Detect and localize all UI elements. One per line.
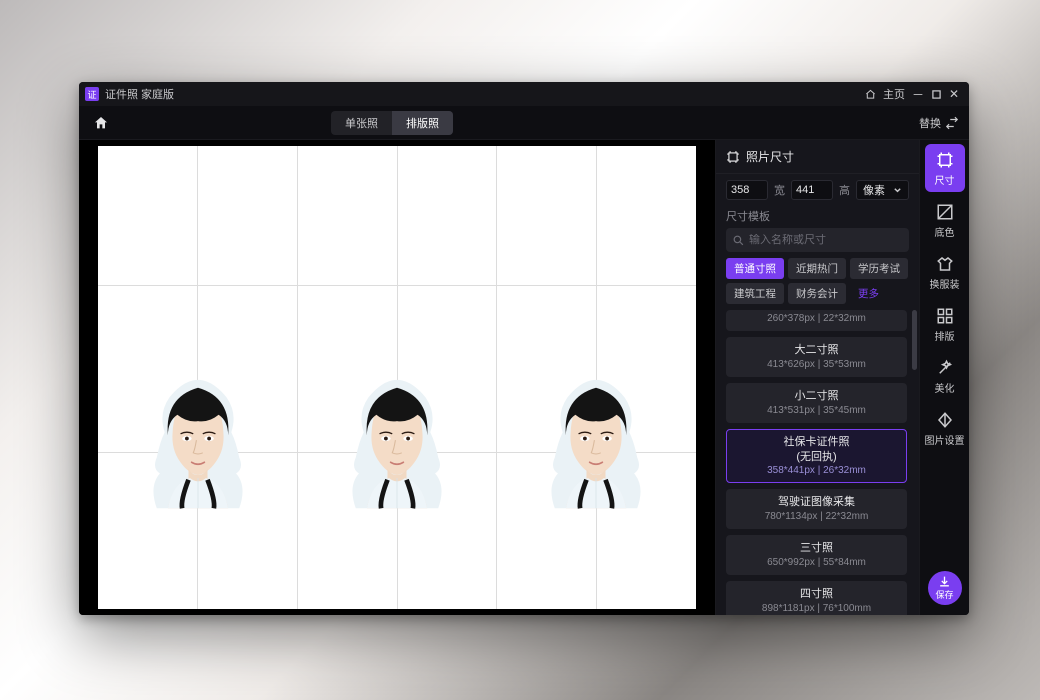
template-title: 四寸照 <box>732 587 901 602</box>
template-title: 大二寸照 <box>732 343 901 358</box>
save-button[interactable]: 保存 <box>928 571 962 605</box>
close-button[interactable]: ✕ <box>945 85 963 103</box>
app-title: 证件照 家庭版 <box>105 86 174 102</box>
app-window: 证 证件照 家庭版 主页 － ✕ 单张照 排版照 替换 <box>79 82 969 615</box>
template-card[interactable]: 小二寸照413*531px | 35*45mm <box>726 383 907 423</box>
template-subtitle: 898*1181px | 76*100mm <box>732 603 901 614</box>
chevron-down-icon <box>893 186 902 195</box>
category-chip[interactable]: 学历考试 <box>850 258 908 279</box>
photo-sheet[interactable] <box>98 146 696 609</box>
rail-label: 底色 <box>935 224 955 239</box>
background-icon <box>935 202 955 222</box>
template-subtitle: 413*531px | 35*45mm <box>732 405 901 416</box>
template-card[interactable]: 大二寸照413*626px | 35*53mm <box>726 337 907 377</box>
layout-icon <box>935 306 955 326</box>
template-subtitle: 260*378px | 22*32mm <box>732 313 901 324</box>
minimize-button[interactable]: － <box>909 85 927 103</box>
scrollbar-thumb[interactable] <box>912 310 917 370</box>
segment-layout[interactable]: 排版照 <box>392 111 453 135</box>
rail-item-beautify[interactable]: 美化 <box>925 352 965 400</box>
category-chip[interactable]: 近期热门 <box>788 258 846 279</box>
rail-item-layout[interactable]: 排版 <box>925 300 965 348</box>
photo-cell <box>133 360 263 525</box>
search-icon <box>732 234 745 247</box>
rail-item-background[interactable]: 底色 <box>925 196 965 244</box>
template-subtitle: 413*626px | 35*53mm <box>732 359 901 370</box>
height-input[interactable] <box>791 180 833 200</box>
template-title: 驾驶证图像采集 <box>732 495 901 510</box>
save-label: 保存 <box>935 588 953 601</box>
category-chip[interactable]: 更多 <box>850 283 887 304</box>
template-title: 三寸照 <box>732 541 901 556</box>
home-link[interactable] <box>861 85 879 103</box>
replace-button[interactable]: 替换 <box>919 115 959 131</box>
panel-header: 照片尺寸 <box>716 140 919 174</box>
home-icon[interactable] <box>89 111 113 135</box>
replace-label: 替换 <box>919 115 941 131</box>
template-card[interactable]: 三寸照650*992px | 55*84mm <box>726 535 907 575</box>
rail-label: 图片设置 <box>925 432 965 447</box>
rail-label: 美化 <box>935 380 955 395</box>
template-title: 社保卡证件照(无回执) <box>732 435 901 465</box>
title-bar: 证 证件照 家庭版 主页 － ✕ <box>79 82 969 106</box>
unit-value: 像素 <box>863 182 885 198</box>
width-input[interactable] <box>726 180 768 200</box>
canvas <box>79 140 715 615</box>
main-area: 照片尺寸 宽 高 像素 尺寸模板 普通寸照近期热门学历考试建筑工程财务会计更多 … <box>79 140 969 615</box>
template-subtitle: 650*992px | 55*84mm <box>732 557 901 568</box>
segment-single[interactable]: 单张照 <box>331 111 392 135</box>
template-title: 小二寸照 <box>732 389 901 404</box>
dimensions-row: 宽 高 像素 <box>716 174 919 206</box>
category-chips: 普通寸照近期热门学历考试建筑工程财务会计更多 <box>716 258 919 310</box>
beautify-icon <box>935 358 955 378</box>
template-section-label: 尺寸模板 <box>716 206 919 228</box>
template-subtitle: 780*1134px | 22*32mm <box>732 511 901 522</box>
unit-select[interactable]: 像素 <box>856 180 909 200</box>
rail-label: 排版 <box>935 328 955 343</box>
rail-item-clothes[interactable]: 换服装 <box>925 248 965 296</box>
panel-header-label: 照片尺寸 <box>746 148 794 165</box>
template-card[interactable]: 四寸照898*1181px | 76*100mm <box>726 581 907 615</box>
category-chip[interactable]: 建筑工程 <box>726 283 784 304</box>
template-list: 260*378px | 22*32mm 大二寸照413*626px | 35*53… <box>716 310 919 615</box>
maximize-button[interactable] <box>927 85 945 103</box>
photo-cell <box>332 360 462 525</box>
rail-item-image-settings[interactable]: 图片设置 <box>925 404 965 452</box>
rail-item-size[interactable]: 尺寸 <box>925 144 965 192</box>
template-search-input[interactable] <box>749 234 903 246</box>
rail-label: 尺寸 <box>935 172 955 187</box>
size-icon <box>935 150 955 170</box>
template-card[interactable]: 驾驶证图像采集780*1134px | 22*32mm <box>726 489 907 529</box>
category-chip[interactable]: 财务会计 <box>788 283 846 304</box>
category-chip[interactable]: 普通寸照 <box>726 258 784 279</box>
frame-icon <box>726 150 740 164</box>
home-link-label[interactable]: 主页 <box>879 85 909 103</box>
view-mode-segment: 单张照 排版照 <box>331 111 453 135</box>
app-logo-icon: 证 <box>85 87 99 101</box>
template-card[interactable]: 社保卡证件照(无回执)358*441px | 26*32mm <box>726 429 907 484</box>
template-subtitle: 358*441px | 26*32mm <box>732 465 901 476</box>
clothes-icon <box>935 254 955 274</box>
template-card[interactable]: 260*378px | 22*32mm <box>726 310 907 331</box>
toolbar: 单张照 排版照 替换 <box>79 106 969 140</box>
template-search[interactable] <box>726 228 909 252</box>
rail-label: 换服装 <box>930 276 960 291</box>
image-settings-icon <box>935 410 955 430</box>
width-label: 宽 <box>774 182 785 198</box>
side-panel: 照片尺寸 宽 高 像素 尺寸模板 普通寸照近期热门学历考试建筑工程财务会计更多 … <box>715 140 919 615</box>
photo-cell <box>531 360 661 525</box>
right-rail: 尺寸底色换服装排版美化图片设置 保存 <box>919 140 969 615</box>
scrollbar[interactable] <box>911 310 917 615</box>
height-label: 高 <box>839 182 850 198</box>
download-icon <box>938 575 951 588</box>
